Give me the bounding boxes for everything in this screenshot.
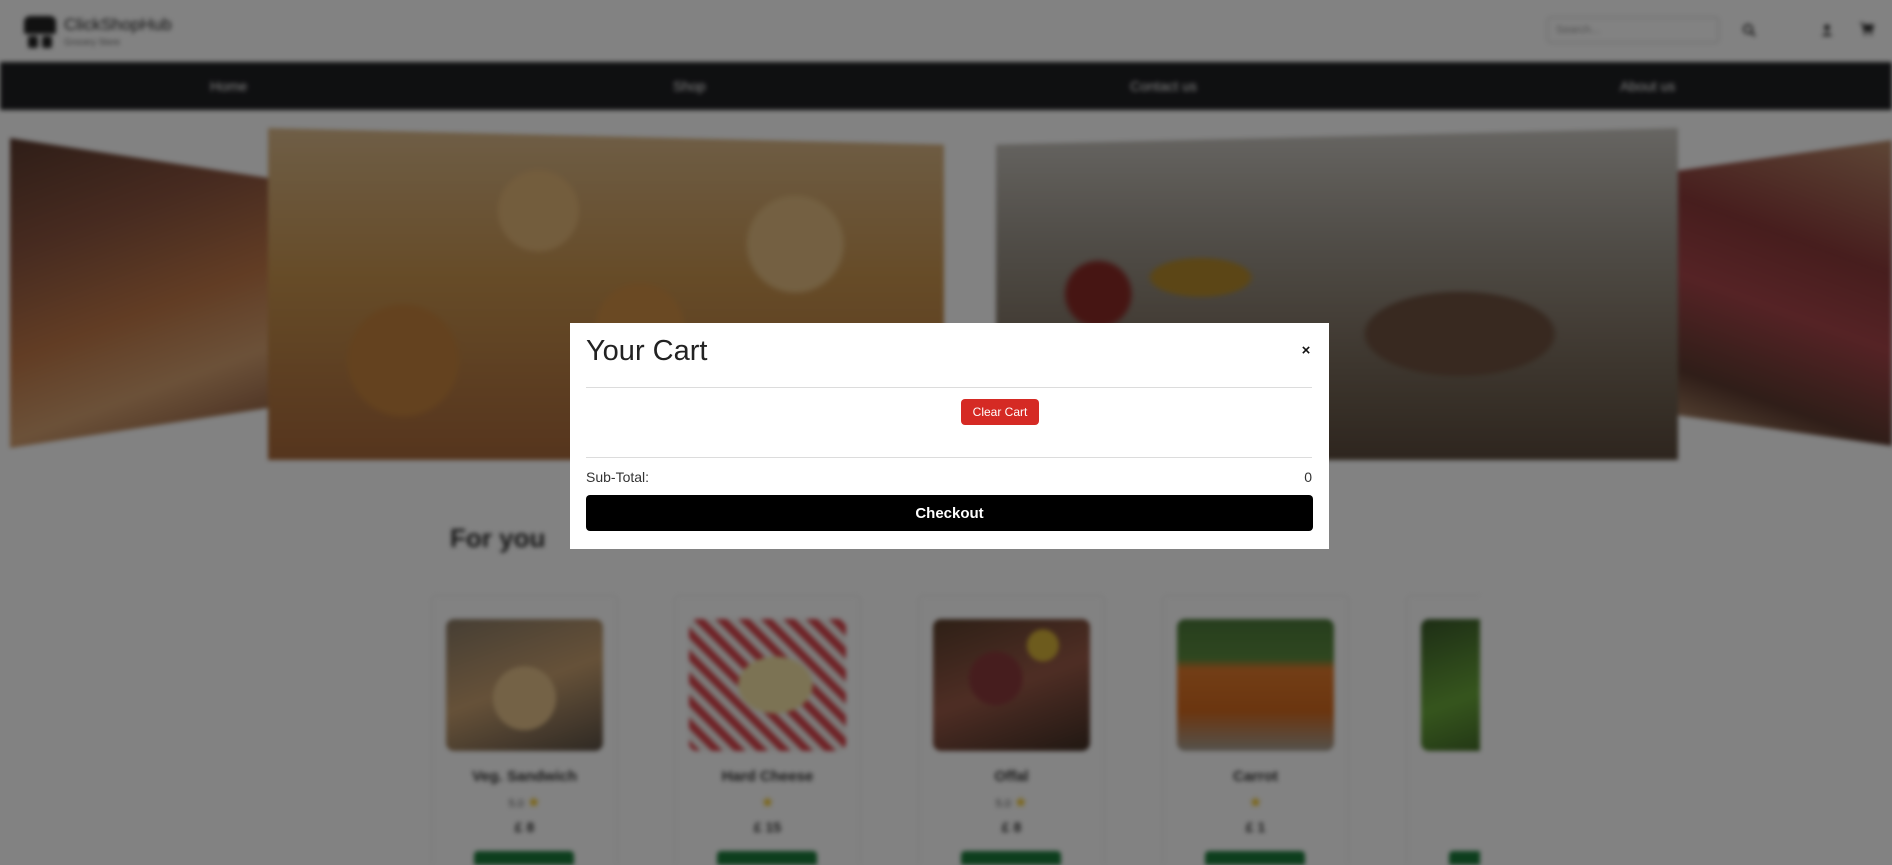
subtotal-label: Sub-Total:: [586, 469, 650, 485]
subtotal-value: 0: [1304, 469, 1312, 485]
close-icon[interactable]: ×: [1296, 341, 1316, 361]
cart-title: Your Cart: [586, 335, 708, 367]
divider: [586, 387, 1312, 388]
clear-cart-button[interactable]: Clear Cart: [961, 399, 1039, 425]
checkout-button[interactable]: Checkout: [586, 495, 1313, 531]
divider: [586, 457, 1312, 458]
cart-modal: Your Cart × Clear Cart Sub-Total: 0 Chec…: [570, 323, 1329, 549]
